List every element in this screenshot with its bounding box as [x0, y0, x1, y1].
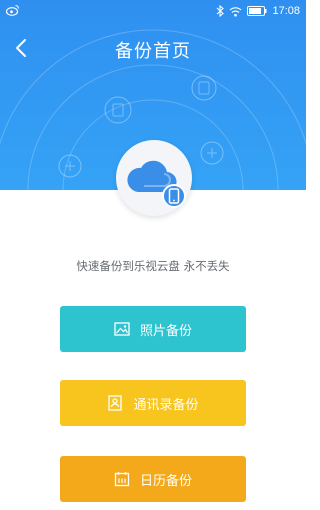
- wifi-icon: [230, 6, 242, 16]
- cloud-phone-icon: [127, 160, 186, 208]
- battery-icon: [247, 6, 267, 16]
- calendar-backup-label: 日历备份: [139, 473, 192, 489]
- photo-backup-button[interactable]: 照片备份: [60, 306, 246, 352]
- title-bar: 备份首页: [0, 28, 306, 68]
- photo-backup-label: 照片备份: [139, 323, 192, 339]
- cloud-badge: [116, 140, 192, 216]
- calendar-icon: [114, 472, 130, 487]
- status-time: 17:08: [272, 5, 300, 17]
- tagline: 快速备份到乐视云盘 永不丢失: [76, 259, 230, 273]
- image-icon: [114, 322, 130, 336]
- bluetooth-icon: [217, 5, 225, 17]
- contacts-backup-button[interactable]: 通讯录备份: [60, 380, 246, 426]
- weibo-icon: [6, 4, 20, 16]
- contacts-icon: [108, 395, 123, 411]
- status-bar: 17:08: [0, 0, 306, 22]
- page-title: 备份首页: [115, 41, 191, 62]
- calendar-backup-button[interactable]: 日历备份: [60, 456, 246, 502]
- contacts-backup-label: 通讯录备份: [133, 397, 199, 413]
